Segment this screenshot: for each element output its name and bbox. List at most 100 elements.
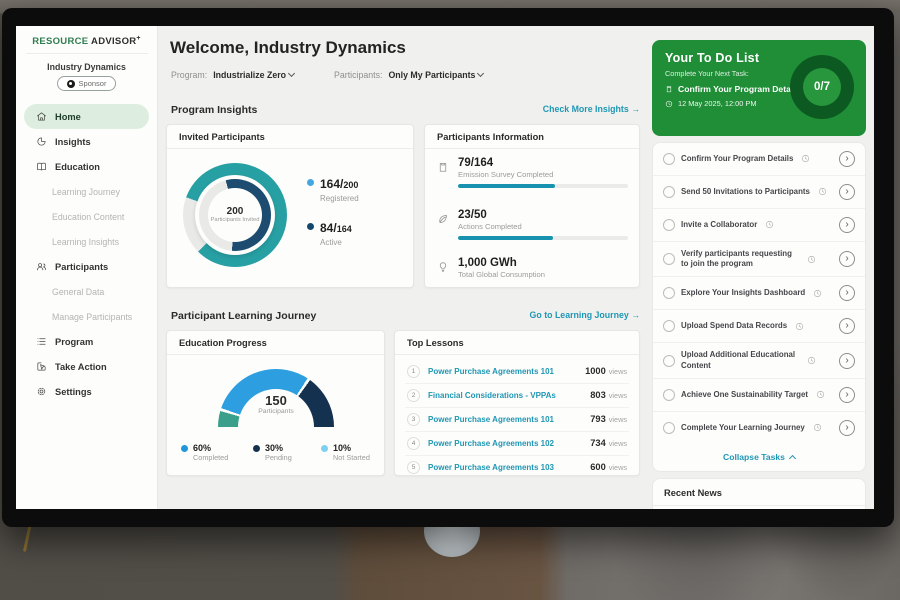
sponsor-icon — [67, 80, 75, 88]
participants-filter-label: Participants: — [334, 70, 382, 80]
leaf-icon — [437, 213, 449, 225]
sidebar-item-insights[interactable]: Insights — [16, 129, 157, 154]
todo-item[interactable]: Invite a Collaborator › — [653, 208, 865, 241]
chevron-down-icon — [288, 70, 295, 77]
invited-participants-donut-chart: 200 Participants Invited — [183, 163, 287, 267]
clipboard-icon — [665, 85, 673, 93]
pie-chart-icon — [36, 136, 47, 147]
go-to-learning-journey-link[interactable]: Go to Learning Journey → — [394, 310, 640, 320]
todo-item[interactable]: Achieve One Sustainability Target › — [653, 378, 865, 411]
account-name: Industry Dynamics — [16, 62, 157, 72]
todo-item[interactable]: Send 50 Invitations to Participants › — [653, 175, 865, 208]
task-go-button[interactable]: › — [839, 217, 855, 233]
task-checkbox[interactable] — [663, 320, 675, 332]
lightbulb-icon — [437, 261, 449, 273]
sidebar-nav: Home Insights Education Learning Journey… — [16, 104, 157, 404]
actions-progress-bar — [458, 236, 628, 240]
task-go-button[interactable]: › — [839, 387, 855, 403]
collapse-tasks-link[interactable]: Collapse Tasks — [653, 444, 865, 471]
lesson-link[interactable]: Power Purchase Agreements 102 — [428, 439, 554, 448]
task-checkbox[interactable] — [663, 219, 675, 231]
stat-emission-survey: 79/164 Emission Survey Completed — [437, 157, 629, 188]
task-checkbox[interactable] — [663, 153, 675, 165]
sidebar-item-learning-journey[interactable]: Learning Journey — [16, 179, 157, 204]
app-logo: RESOURCE ADVISOR+ — [16, 35, 157, 47]
lesson-link[interactable]: Power Purchase Agreements 101 — [428, 367, 554, 376]
sidebar-item-participants[interactable]: Participants — [16, 254, 157, 279]
rank-badge: 1 — [407, 365, 420, 378]
invited-participants-card: Invited Participants 200 Participants In… — [166, 124, 414, 288]
task-checkbox[interactable] — [663, 422, 675, 434]
list-icon — [36, 336, 47, 347]
task-checkbox[interactable] — [663, 186, 675, 198]
sidebar: RESOURCE ADVISOR+ Industry Dynamics Spon… — [16, 26, 158, 509]
todo-item[interactable]: Complete Your Learning Journey › — [653, 411, 865, 444]
home-icon — [36, 111, 47, 122]
todo-progress-value: 0/7 — [803, 68, 841, 106]
divider — [26, 53, 148, 54]
participants-filter-dropdown[interactable]: Only My Participants — [388, 70, 483, 80]
task-go-button[interactable]: › — [839, 285, 855, 301]
lesson-row: 4 Power Purchase Agreements 102 734 view… — [395, 431, 639, 455]
rank-badge: 4 — [407, 437, 420, 450]
todo-item[interactable]: Verify participants requesting to join t… — [653, 241, 865, 277]
gear-icon — [36, 386, 47, 397]
task-checkbox[interactable] — [663, 253, 675, 265]
gauge-center-text: 150 Participants — [218, 393, 334, 415]
clock-icon — [813, 289, 822, 298]
legend-item-not-started: 10% Not Started — [321, 443, 370, 462]
completed-dot-icon — [181, 445, 188, 452]
chevron-down-icon — [477, 70, 484, 77]
sidebar-item-home[interactable]: Home — [24, 104, 149, 129]
clock-icon — [807, 255, 816, 264]
legend-item-registered: 164/200 Registered — [307, 175, 359, 203]
sidebar-item-take-action[interactable]: Take Action — [16, 354, 157, 379]
participants-information-card: Participants Information 79/164 Emission… — [424, 124, 640, 288]
sponsor-badge: Sponsor — [57, 76, 117, 91]
legend-item-pending: 30% Pending — [253, 443, 292, 462]
rank-badge: 2 — [407, 389, 420, 402]
todo-progress-ring: 0/7 — [790, 55, 854, 119]
todo-item[interactable]: Upload Additional Educational Content › — [653, 342, 865, 378]
task-checkbox[interactable] — [663, 389, 675, 401]
sidebar-item-manage-participants[interactable]: Manage Participants — [16, 304, 157, 329]
stat-total-consumption: 1,000 GWh Total Global Consumption — [437, 257, 629, 279]
program-filter-dropdown[interactable]: Industrialize Zero — [213, 70, 294, 80]
check-more-insights-link[interactable]: Check More Insights → — [394, 104, 640, 114]
task-checkbox[interactable] — [663, 287, 675, 299]
card-title: Participants Information — [425, 125, 639, 149]
lesson-link[interactable]: Power Purchase Agreements 103 — [428, 463, 554, 472]
todo-item[interactable]: Upload Spend Data Records › — [653, 309, 865, 342]
clock-icon — [818, 187, 827, 196]
book-icon — [36, 161, 47, 172]
sidebar-item-education[interactable]: Education — [16, 154, 157, 179]
page-title: Welcome, Industry Dynamics — [170, 38, 406, 58]
todo-item[interactable]: Confirm Your Program Details › — [653, 143, 865, 175]
clipboard-icon — [437, 161, 449, 173]
chevron-up-icon — [789, 455, 796, 462]
sidebar-item-general-data[interactable]: General Data — [16, 279, 157, 304]
todo-item[interactable]: Explore Your Insights Dashboard › — [653, 276, 865, 309]
not-started-dot-icon — [321, 445, 328, 452]
task-go-button[interactable]: › — [839, 420, 855, 436]
sidebar-item-settings[interactable]: Settings — [16, 379, 157, 404]
lesson-row: 2 Financial Considerations - VPPAs 803 v… — [395, 383, 639, 407]
task-go-button[interactable]: › — [839, 184, 855, 200]
lesson-link[interactable]: Financial Considerations - VPPAs — [428, 391, 556, 400]
clock-icon — [765, 220, 774, 229]
lesson-row: 5 Power Purchase Agreements 103 600 view… — [395, 455, 639, 479]
section-title-learning-journey: Participant Learning Journey — [171, 310, 316, 322]
card-title: Invited Participants — [167, 125, 413, 149]
lesson-link[interactable]: Power Purchase Agreements 101 — [428, 415, 554, 424]
sidebar-item-learning-insights[interactable]: Learning Insights — [16, 229, 157, 254]
task-checkbox[interactable] — [663, 355, 675, 367]
sidebar-item-education-content[interactable]: Education Content — [16, 204, 157, 229]
task-go-button[interactable]: › — [839, 318, 855, 334]
task-go-button[interactable]: › — [839, 353, 855, 369]
sidebar-item-program[interactable]: Program — [16, 329, 157, 354]
task-go-button[interactable]: › — [839, 151, 855, 167]
lesson-row: 3 Power Purchase Agreements 101 793 view… — [395, 407, 639, 431]
task-go-button[interactable]: › — [839, 251, 855, 267]
people-icon — [36, 261, 47, 272]
section-title-program-insights: Program Insights — [171, 104, 257, 116]
